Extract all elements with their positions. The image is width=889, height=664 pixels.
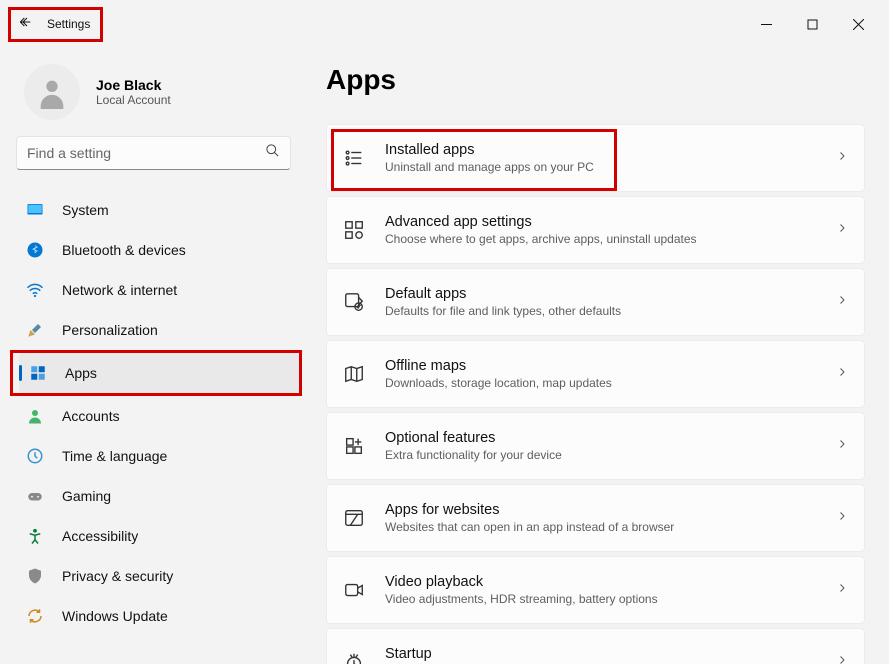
card-title: Startup: [385, 646, 816, 662]
card-optional-features[interactable]: Optional features Extra functionality fo…: [326, 412, 865, 480]
sidebar-item-label: Personalization: [62, 322, 158, 338]
accounts-icon: [26, 407, 44, 425]
system-icon: [26, 201, 44, 219]
sidebar-item-bluetooth[interactable]: Bluetooth & devices: [16, 230, 310, 270]
avatar-icon: [24, 64, 80, 120]
titlebar-highlight: Settings: [8, 7, 103, 42]
sidebar-item-network[interactable]: Network & internet: [16, 270, 310, 310]
sidebar-item-label: Time & language: [62, 448, 167, 464]
card-title: Apps for websites: [385, 502, 816, 518]
sidebar-item-label: Accessibility: [62, 528, 138, 544]
gaming-icon: [26, 487, 44, 505]
sidebar: Joe Black Local Account System Bluetooth…: [0, 48, 310, 664]
window-controls: [743, 8, 881, 40]
card-desc: Websites that can open in an app instead…: [385, 520, 816, 534]
sidebar-item-system[interactable]: System: [16, 190, 310, 230]
nav: System Bluetooth & devices Network & int…: [16, 190, 310, 636]
sidebar-item-privacy[interactable]: Privacy & security: [16, 556, 310, 596]
startup-icon: [343, 651, 365, 664]
card-title: Installed apps: [385, 142, 816, 158]
card-installed-apps[interactable]: Installed apps Uninstall and manage apps…: [326, 124, 865, 192]
offline-maps-icon: [343, 363, 365, 385]
card-title: Offline maps: [385, 358, 816, 374]
sidebar-item-label: Gaming: [62, 488, 111, 504]
chevron-right-icon: [836, 221, 848, 239]
accessibility-icon: [26, 527, 44, 545]
chevron-right-icon: [836, 581, 848, 599]
card-desc: Downloads, storage location, map updates: [385, 376, 816, 390]
sidebar-item-gaming[interactable]: Gaming: [16, 476, 310, 516]
back-icon[interactable]: [17, 14, 33, 35]
sidebar-item-accounts[interactable]: Accounts: [16, 396, 310, 436]
chevron-right-icon: [836, 437, 848, 455]
sidebar-item-label: Apps: [65, 365, 97, 381]
chevron-right-icon: [836, 293, 848, 311]
search-input[interactable]: [16, 136, 291, 170]
sidebar-item-label: Privacy & security: [62, 568, 173, 584]
search-icon: [265, 143, 280, 163]
network-icon: [26, 281, 44, 299]
profile[interactable]: Joe Black Local Account: [16, 56, 310, 136]
sidebar-item-personalization[interactable]: Personalization: [16, 310, 310, 350]
sidebar-apps-highlight: Apps: [10, 350, 302, 396]
card-offline-maps[interactable]: Offline maps Downloads, storage location…: [326, 340, 865, 408]
window-title: Settings: [47, 17, 90, 31]
cards: Installed apps Uninstall and manage apps…: [326, 124, 865, 664]
sidebar-item-windows-update[interactable]: Windows Update: [16, 596, 310, 636]
bluetooth-icon: [26, 241, 44, 259]
card-desc: Choose where to get apps, archive apps, …: [385, 232, 816, 246]
chevron-right-icon: [836, 149, 848, 167]
time-language-icon: [26, 447, 44, 465]
apps-icon: [29, 364, 47, 382]
profile-text: Joe Black Local Account: [96, 77, 171, 107]
close-button[interactable]: [835, 8, 881, 40]
privacy-icon: [26, 567, 44, 585]
card-apps-for-websites[interactable]: Apps for websites Websites that can open…: [326, 484, 865, 552]
windows-update-icon: [26, 607, 44, 625]
card-title: Default apps: [385, 286, 816, 302]
sidebar-item-apps[interactable]: Apps: [19, 353, 299, 393]
profile-name: Joe Black: [96, 77, 171, 93]
personalization-icon: [26, 321, 44, 339]
card-desc: Video adjustments, HDR streaming, batter…: [385, 592, 816, 606]
advanced-app-icon: [343, 219, 365, 241]
sidebar-item-accessibility[interactable]: Accessibility: [16, 516, 310, 556]
card-advanced-app-settings[interactable]: Advanced app settings Choose where to ge…: [326, 196, 865, 264]
apps-websites-icon: [343, 507, 365, 529]
page-title: Apps: [326, 64, 865, 96]
installed-apps-icon: [343, 147, 365, 169]
default-apps-icon: [343, 291, 365, 313]
sidebar-item-label: Windows Update: [62, 608, 168, 624]
card-desc: Defaults for file and link types, other …: [385, 304, 816, 318]
sidebar-item-label: Accounts: [62, 408, 120, 424]
card-video-playback[interactable]: Video playback Video adjustments, HDR st…: [326, 556, 865, 624]
card-title: Optional features: [385, 430, 816, 446]
card-startup[interactable]: Startup Apps that start automatically wh…: [326, 628, 865, 664]
optional-features-icon: [343, 435, 365, 457]
chevron-right-icon: [836, 509, 848, 527]
main: Apps Installed apps Uninstall and manage…: [310, 48, 889, 664]
card-title: Video playback: [385, 574, 816, 590]
sidebar-item-label: System: [62, 202, 109, 218]
profile-account: Local Account: [96, 93, 171, 107]
chevron-right-icon: [836, 653, 848, 664]
search-field[interactable]: [27, 145, 265, 161]
card-default-apps[interactable]: Default apps Defaults for file and link …: [326, 268, 865, 336]
minimize-button[interactable]: [743, 8, 789, 40]
card-desc: Uninstall and manage apps on your PC: [385, 160, 816, 174]
video-playback-icon: [343, 579, 365, 601]
maximize-button[interactable]: [789, 8, 835, 40]
chevron-right-icon: [836, 365, 848, 383]
sidebar-item-time-language[interactable]: Time & language: [16, 436, 310, 476]
card-title: Advanced app settings: [385, 214, 816, 230]
sidebar-item-label: Network & internet: [62, 282, 177, 298]
titlebar: Settings: [0, 0, 889, 48]
sidebar-item-label: Bluetooth & devices: [62, 242, 186, 258]
card-desc: Extra functionality for your device: [385, 448, 816, 462]
